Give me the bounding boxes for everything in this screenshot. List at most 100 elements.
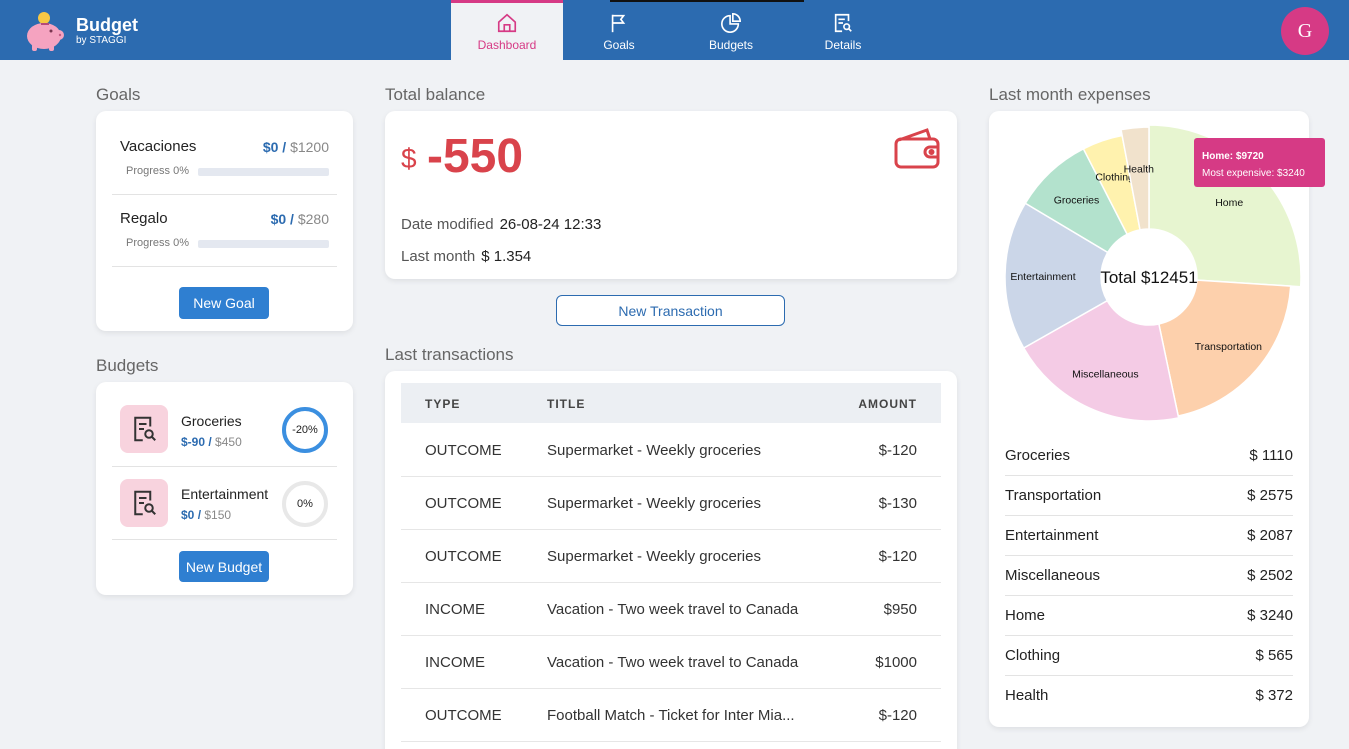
table-row[interactable]: INCOME Vacation - Two week travel to Can… bbox=[401, 636, 941, 689]
expense-value: $ 565 bbox=[1255, 647, 1293, 664]
expense-row: Health $ 372 bbox=[1005, 676, 1293, 716]
row-amount: $-130 bbox=[878, 495, 917, 512]
expense-name: Transportation bbox=[1005, 487, 1102, 504]
receipt-search-icon bbox=[120, 479, 168, 527]
expense-name: Home bbox=[1005, 607, 1046, 624]
budget-name: Entertainment bbox=[181, 486, 269, 502]
tooltip-line2: Most expensive: $3240 bbox=[1202, 168, 1305, 179]
transactions-card: TYPE TITLE AMOUNT OUTCOME Supermarket - … bbox=[385, 371, 957, 749]
row-type: INCOME bbox=[425, 654, 485, 671]
balance-currency: $ bbox=[401, 143, 417, 174]
wallet-icon bbox=[893, 124, 943, 176]
expense-row: Groceries $ 1110 bbox=[1005, 436, 1293, 476]
expense-value: $ 1110 bbox=[1249, 447, 1293, 464]
expense-row: Home $ 3240 bbox=[1005, 596, 1293, 636]
pie-label-entertainment: Entertainment bbox=[1010, 271, 1075, 283]
divider bbox=[112, 539, 337, 540]
goal-progress-bar bbox=[198, 240, 329, 248]
expense-value: $ 2087 bbox=[1247, 527, 1293, 544]
budget-amount: $-90 / $450 bbox=[181, 435, 242, 449]
row-title: Vacation - Two week travel to Canada bbox=[547, 601, 799, 618]
expense-row: Entertainment $ 2087 bbox=[1005, 516, 1293, 556]
tab-dashboard-label: Dashboard bbox=[477, 38, 537, 52]
budget-amount: $0 / $150 bbox=[181, 508, 232, 522]
pie-label-health: Health bbox=[1124, 163, 1155, 175]
goal-amount: $0 / $280 bbox=[270, 211, 329, 227]
expense-row: Transportation $ 2575 bbox=[1005, 476, 1293, 516]
expense-name: Entertainment bbox=[1005, 527, 1099, 544]
expense-name: Health bbox=[1005, 687, 1049, 704]
table-row[interactable]: OUTCOME Supermarket - Weekly groceries $… bbox=[401, 477, 941, 530]
row-title: Supermarket - Weekly groceries bbox=[547, 442, 761, 459]
pie-label-home: Home bbox=[1215, 197, 1243, 209]
row-title: Supermarket - Weekly groceries bbox=[547, 548, 761, 565]
last-month-balance: Last month $ 1.354 bbox=[401, 248, 532, 265]
receipt-search-icon bbox=[120, 405, 168, 453]
goal-progress-bar bbox=[198, 168, 329, 176]
row-amount: $-120 bbox=[878, 707, 917, 724]
tab-budgets-label: Budgets bbox=[708, 38, 754, 52]
chart-tooltip: Home: $9720 Most expensive: $3240 bbox=[1194, 138, 1325, 187]
new-transaction-button[interactable]: New Transaction bbox=[556, 295, 785, 326]
pie-label-miscellaneous: Miscellaneous bbox=[1072, 369, 1139, 381]
divider bbox=[112, 466, 337, 467]
table-row[interactable]: OUTCOME Supermarket - Weekly groceries $… bbox=[401, 424, 941, 477]
date-modified: Date modified 26-08-24 12:33 bbox=[401, 216, 602, 233]
home-icon bbox=[497, 13, 517, 33]
column-type[interactable]: TYPE bbox=[425, 397, 460, 411]
divider bbox=[112, 266, 337, 267]
expense-value: $ 372 bbox=[1255, 687, 1293, 704]
app-title: Budget bbox=[76, 15, 138, 35]
divider bbox=[112, 194, 337, 195]
tab-dashboard[interactable]: Dashboard bbox=[451, 0, 563, 60]
tab-details[interactable]: Details bbox=[787, 0, 899, 60]
pie-label-groceries: Groceries bbox=[1054, 195, 1100, 207]
tab-budgets[interactable]: Budgets bbox=[675, 0, 787, 60]
expenses-section-title: Last month expenses bbox=[989, 85, 1151, 104]
row-title: Supermarket - Weekly groceries bbox=[547, 495, 761, 512]
flag-icon bbox=[611, 14, 626, 33]
main-nav: Dashboard Goals Budgets Details bbox=[451, 0, 899, 60]
expense-row: Miscellaneous $ 2502 bbox=[1005, 556, 1293, 596]
column-amount[interactable]: AMOUNT bbox=[858, 397, 917, 411]
row-type: INCOME bbox=[425, 601, 485, 618]
table-row[interactable]: INCOME Vacation - Two week travel to Can… bbox=[401, 583, 941, 636]
tooltip-line1: Home: $9720 bbox=[1202, 151, 1264, 162]
new-goal-button[interactable]: New Goal bbox=[179, 287, 269, 319]
tab-goals[interactable]: Goals bbox=[563, 0, 675, 60]
row-type: OUTCOME bbox=[425, 548, 502, 565]
table-row[interactable]: OUTCOME Supermarket - Weekly groceries $… bbox=[401, 530, 941, 583]
row-amount: $950 bbox=[883, 601, 917, 618]
goal-item[interactable]: Regalo $0 / $280 Progress 0% bbox=[112, 210, 337, 249]
pie-chart-icon bbox=[721, 13, 741, 33]
budgets-card: Groceries $-90 / $450 -20% Entertainment… bbox=[96, 382, 353, 595]
expenses-card: Home Transportation Miscellaneous Entertain… bbox=[989, 111, 1309, 727]
row-type: OUTCOME bbox=[425, 495, 502, 512]
row-type: OUTCOME bbox=[425, 442, 502, 459]
brand[interactable]: Budget by STAGGI bbox=[22, 10, 138, 52]
expense-name: Miscellaneous bbox=[1005, 567, 1101, 584]
goals-card: Vacaciones $0 / $1200 Progress 0% Regalo… bbox=[96, 111, 353, 331]
transactions-section-title: Last transactions bbox=[385, 345, 514, 364]
document-search-icon bbox=[834, 13, 852, 33]
budget-progress-ring: 0% bbox=[282, 481, 328, 527]
expense-value: $ 2575 bbox=[1247, 487, 1293, 504]
row-title: Vacation - Two week travel to Canada bbox=[547, 654, 799, 671]
tab-details-label: Details bbox=[824, 38, 862, 52]
new-budget-button[interactable]: New Budget bbox=[179, 551, 269, 582]
top-navigation-bar: Budget by STAGGI Dashboard Goals Budgets… bbox=[0, 0, 1349, 60]
expense-value: $ 3240 bbox=[1247, 607, 1293, 624]
row-amount: $-120 bbox=[878, 548, 917, 565]
balance-value: -550 bbox=[427, 130, 524, 183]
goal-progress-label: Progress 0% bbox=[126, 237, 189, 249]
goals-section-title: Goals bbox=[96, 85, 141, 104]
row-type: OUTCOME bbox=[425, 707, 502, 724]
user-avatar[interactable]: G bbox=[1281, 7, 1329, 55]
table-row[interactable]: OUTCOME Football Match - Ticket for Inte… bbox=[401, 689, 941, 742]
row-title: Football Match - Ticket for Inter Mia... bbox=[547, 707, 795, 724]
row-amount: $-120 bbox=[878, 442, 917, 459]
donut-center-total: Total $12451 bbox=[1100, 268, 1197, 287]
pie-label-transportation: Transportation bbox=[1195, 341, 1262, 353]
column-title[interactable]: TITLE bbox=[547, 397, 585, 411]
goal-item[interactable]: Vacaciones $0 / $1200 Progress 0% bbox=[112, 138, 337, 177]
